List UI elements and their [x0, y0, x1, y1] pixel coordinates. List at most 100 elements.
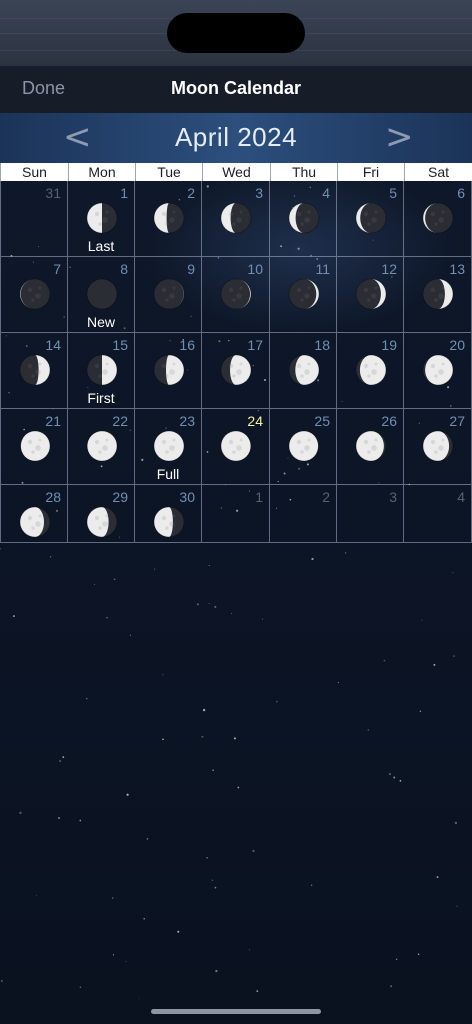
day-cell[interactable]: 25: [270, 409, 337, 485]
day-cell[interactable]: 10: [202, 257, 270, 333]
weekday-fri: Fri: [337, 163, 404, 181]
day-number: 4: [457, 489, 465, 505]
moon-phase-icon: [422, 430, 454, 462]
day-cell[interactable]: 12: [337, 257, 404, 333]
day-cell[interactable]: 29: [68, 485, 135, 543]
moon-crater: [307, 362, 311, 366]
moon-crater: [31, 450, 35, 454]
moon-phase-icon: [220, 278, 252, 310]
day-cell[interactable]: 19: [337, 333, 404, 409]
moon-crater: [169, 521, 175, 527]
day-number: 4: [322, 185, 330, 201]
moon-crater: [102, 445, 108, 451]
star: [421, 619, 423, 621]
star: [454, 821, 458, 825]
moon-crater: [232, 450, 236, 454]
moon-crater: [441, 210, 445, 214]
moon-crater: [27, 363, 33, 369]
moon-crater: [169, 293, 175, 299]
day-cell[interactable]: 15 First: [68, 333, 135, 409]
moon-crater: [430, 211, 436, 217]
moon-crater: [165, 526, 169, 530]
day-cell[interactable]: 26: [337, 409, 404, 485]
star: [214, 605, 217, 609]
moon-crater: [371, 369, 377, 375]
moon-crater: [363, 211, 369, 217]
day-cell[interactable]: 20: [404, 333, 472, 409]
day-cell[interactable]: 4: [270, 181, 337, 257]
moon-crater: [105, 210, 109, 214]
day-cell[interactable]: 11: [270, 257, 337, 333]
moon-crater: [27, 439, 33, 445]
moon-crater: [27, 515, 33, 521]
star: [154, 568, 156, 570]
weekday-header-row: Sun Mon Tue Wed Thu Fri Sat: [0, 163, 472, 181]
day-cell[interactable]: 2: [135, 181, 202, 257]
weekday-wed: Wed: [202, 163, 270, 181]
weekday-sat: Sat: [404, 163, 472, 181]
day-number: 7: [53, 261, 61, 277]
moon-phase-icon: [153, 354, 185, 386]
star: [436, 876, 439, 879]
moon-crater: [304, 293, 310, 299]
moon-phase-icon: [422, 202, 454, 234]
moon-phase-icon: [86, 430, 118, 462]
day-number: 13: [449, 261, 465, 277]
moon-crater: [296, 287, 302, 293]
star: [206, 857, 208, 859]
day-cell[interactable]: 1 Last: [68, 181, 135, 257]
day-cell[interactable]: 7: [0, 257, 68, 333]
star: [456, 905, 458, 907]
day-cell[interactable]: 22: [68, 409, 135, 485]
moon-crater: [161, 363, 167, 369]
day-cell[interactable]: 13: [404, 257, 472, 333]
star: [389, 773, 391, 775]
star: [125, 961, 127, 963]
day-cell[interactable]: 27: [404, 409, 472, 485]
day-number: 21: [45, 413, 61, 429]
moon-crater: [441, 438, 445, 442]
day-cell[interactable]: 5: [337, 181, 404, 257]
day-cell[interactable]: 6: [404, 181, 472, 257]
moon-phase-icon: [422, 278, 454, 310]
moon-crater: [300, 222, 304, 226]
moon-crater: [38, 514, 42, 518]
chevron-right-icon[interactable]: >: [385, 117, 414, 157]
day-cell[interactable]: 14: [0, 333, 68, 409]
day-cell[interactable]: 21: [0, 409, 68, 485]
star: [113, 578, 116, 581]
day-cell[interactable]: 17: [202, 333, 270, 409]
moon-crater: [300, 450, 304, 454]
moon-phase-icon: [220, 202, 252, 234]
day-cell[interactable]: 8 New: [68, 257, 135, 333]
day-cell[interactable]: 3: [202, 181, 270, 257]
calendar-grid: Sun Mon Tue Wed Thu Fri Sat 31 1 Last 2 3 4 5 6 7 8 New 9…: [0, 163, 472, 543]
day-cell[interactable]: 18: [270, 333, 337, 409]
star: [57, 816, 61, 820]
day-cell[interactable]: 28: [0, 485, 68, 543]
navigation-bar: Done Moon Calendar: [0, 66, 472, 114]
moon-crater: [38, 286, 42, 290]
moon-crater: [102, 521, 108, 527]
moon-lit-portion: [20, 507, 44, 537]
moon-phase-icon: [86, 354, 118, 386]
moon-crater: [430, 363, 436, 369]
day-cell[interactable]: 16: [135, 333, 202, 409]
weekday-sun: Sun: [0, 163, 68, 181]
day-cell[interactable]: 30: [135, 485, 202, 543]
moon-crater: [430, 439, 436, 445]
moon-crater: [105, 438, 109, 442]
dynamic-island: [167, 13, 305, 53]
star: [196, 603, 199, 606]
home-indicator[interactable]: [151, 1009, 321, 1014]
moon-crater: [304, 217, 310, 223]
day-cell[interactable]: 24: [202, 409, 270, 485]
day-number: 27: [449, 413, 465, 429]
day-number: 3: [389, 489, 397, 505]
moon-crater: [239, 286, 243, 290]
moon-crater: [363, 363, 369, 369]
day-number: 20: [449, 337, 465, 353]
day-cell[interactable]: 9: [135, 257, 202, 333]
day-cell[interactable]: 23 Full: [135, 409, 202, 485]
day-cell: 1: [202, 485, 270, 543]
